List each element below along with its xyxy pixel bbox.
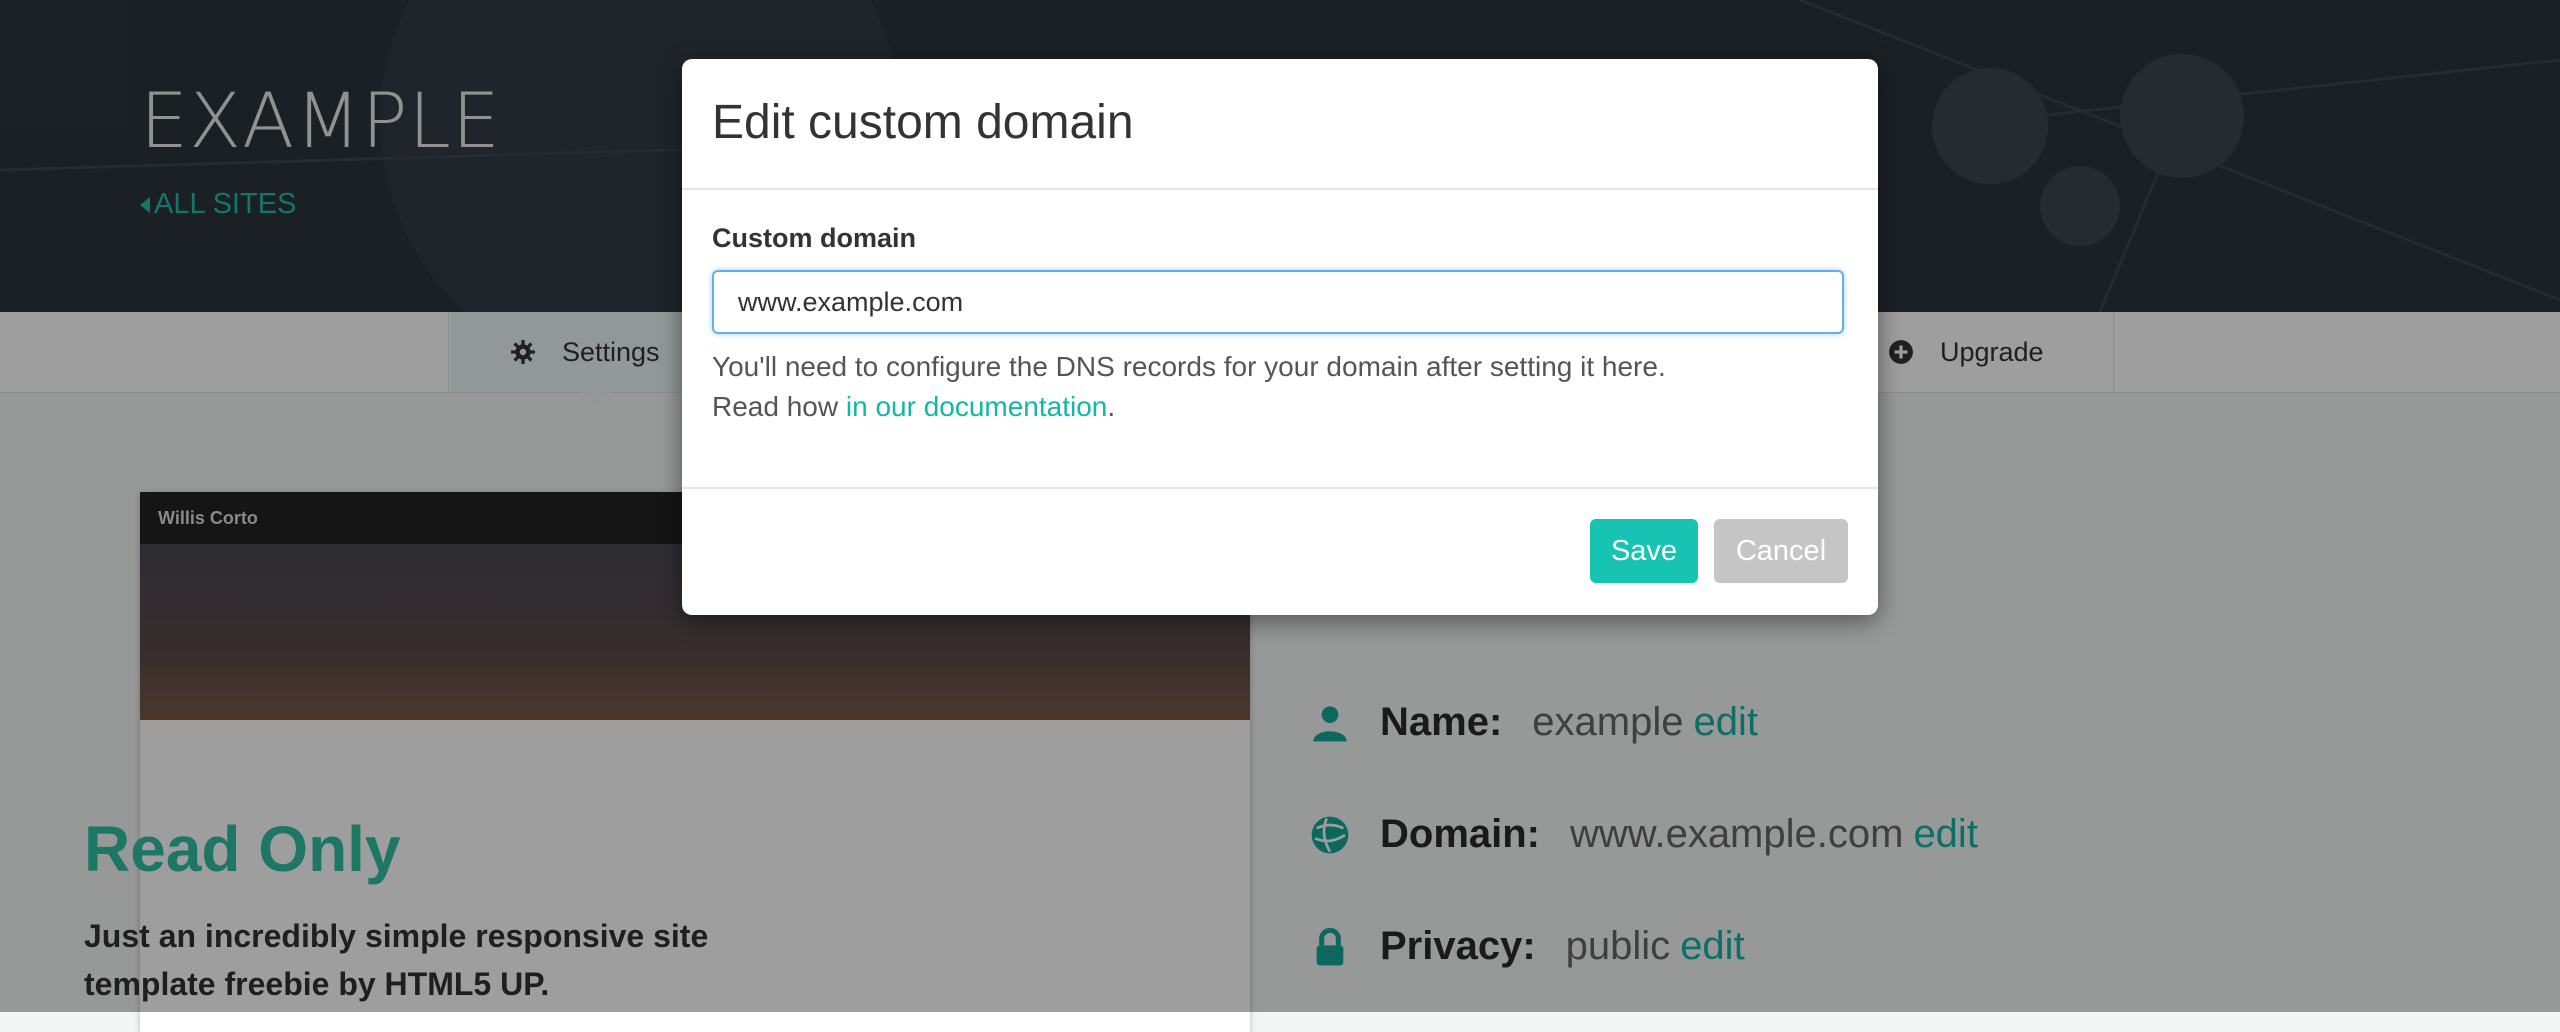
documentation-link[interactable]: in our documentation bbox=[846, 391, 1108, 422]
custom-domain-label: Custom domain bbox=[712, 223, 917, 253]
help-line-1: You'll need to configure the DNS records… bbox=[712, 351, 1666, 382]
edit-domain-modal: Edit custom domain Custom domain You'll … bbox=[682, 59, 1878, 615]
help-line-2: Read how in our documentation. bbox=[712, 387, 1666, 427]
dns-help-text: You'll need to configure the DNS records… bbox=[712, 347, 1666, 427]
modal-footer-divider bbox=[682, 487, 1878, 489]
save-button[interactable]: Save bbox=[1590, 519, 1698, 583]
help-prefix: Read how bbox=[712, 391, 846, 422]
cancel-button[interactable]: Cancel bbox=[1714, 519, 1848, 583]
modal-title: Edit custom domain bbox=[712, 96, 1134, 149]
modal-header: Edit custom domain bbox=[682, 59, 1878, 190]
help-suffix: . bbox=[1107, 391, 1116, 422]
custom-domain-input[interactable] bbox=[712, 270, 1844, 334]
